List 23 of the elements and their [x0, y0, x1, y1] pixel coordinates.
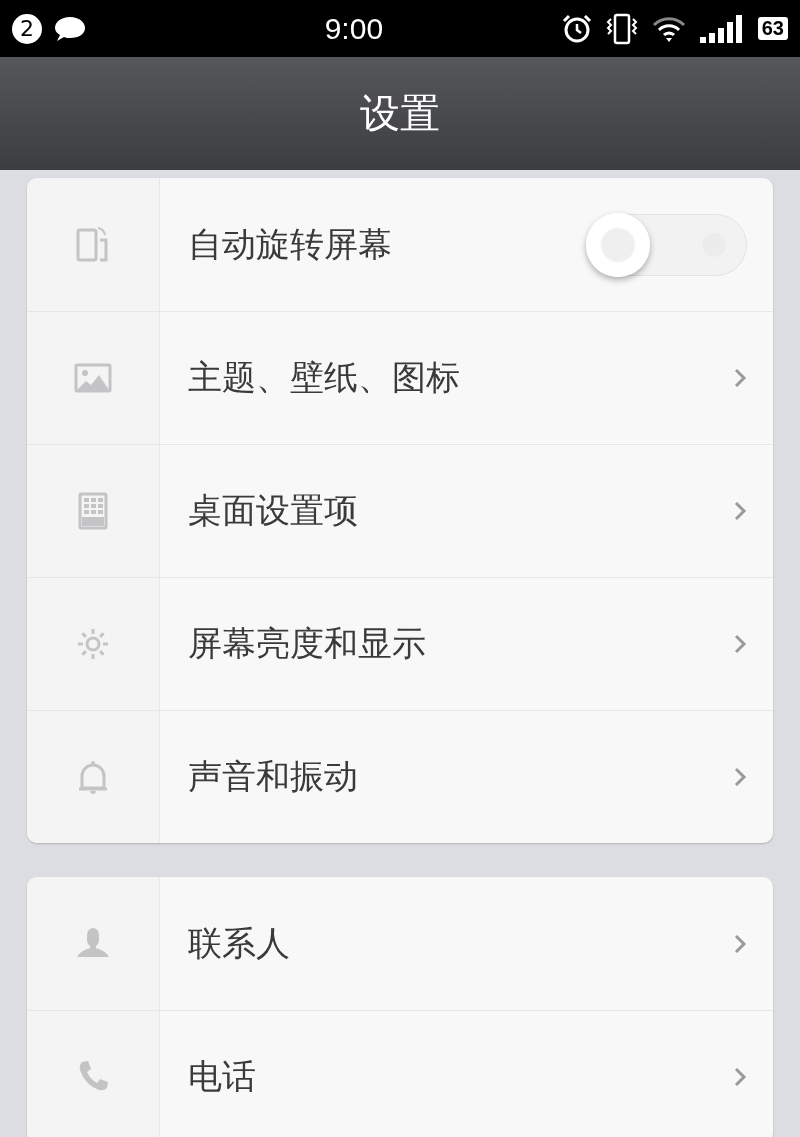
page-title: 设置 — [360, 89, 440, 138]
setting-label[interactable]: 自动旋转屏幕 — [188, 221, 589, 268]
setting-label[interactable]: 桌面设置项 — [188, 488, 733, 534]
chevron-right-icon — [733, 633, 747, 655]
setting-label[interactable]: 主题、壁纸、图标 — [188, 355, 733, 401]
chat-bubble-icon — [54, 14, 86, 43]
vibrate-icon — [605, 12, 638, 45]
setting-label[interactable]: 屏幕亮度和显示 — [188, 621, 733, 667]
notification-count: 2 — [12, 13, 42, 44]
wifi-icon — [651, 14, 686, 43]
toggle-switch[interactable] — [589, 213, 747, 276]
chevron-right-icon — [733, 1066, 747, 1088]
signal-icon — [699, 14, 744, 43]
chevron-right-icon — [733, 500, 747, 522]
chevron-right-icon — [733, 932, 747, 955]
chevron-right-icon — [733, 367, 747, 389]
setting-label[interactable]: 声音和振动 — [188, 754, 733, 800]
setting-label[interactable]: 联系人 — [188, 920, 733, 967]
setting-label[interactable]: 电话 — [188, 1054, 733, 1100]
alarm-clock-icon — [561, 13, 592, 44]
battery-indicator: 63 — [757, 17, 788, 40]
chevron-right-icon — [733, 766, 747, 788]
clock-time: 9:00 — [323, 11, 385, 46]
